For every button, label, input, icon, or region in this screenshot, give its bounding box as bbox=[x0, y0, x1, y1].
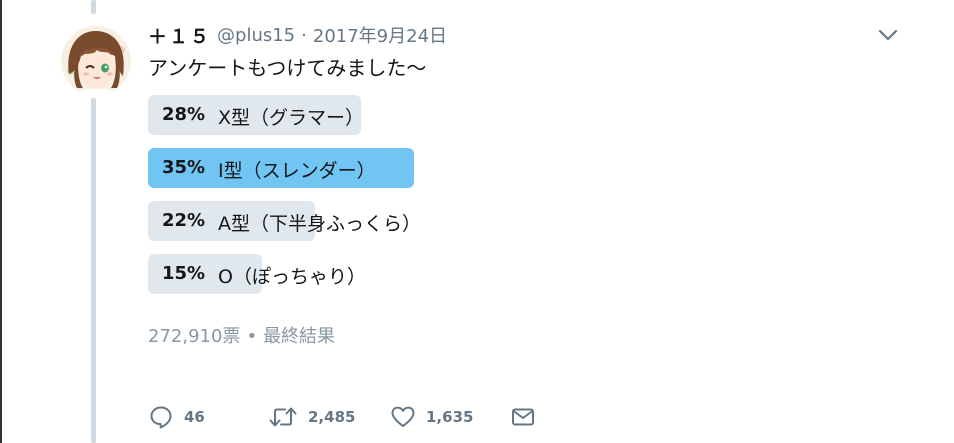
like-button[interactable]: 1,635 bbox=[390, 400, 473, 434]
retweet-icon bbox=[269, 407, 297, 427]
heart-icon bbox=[391, 406, 415, 427]
poll-choice[interactable]: 35% I型（スレンダー） bbox=[148, 148, 708, 188]
tweet-date[interactable]: 2017年9月24日 bbox=[313, 22, 447, 48]
poll-choice-label: I型（スレンダー） bbox=[218, 160, 376, 182]
chevron-down-icon[interactable] bbox=[876, 24, 900, 46]
poll-percent: 22% bbox=[162, 210, 206, 231]
retweet-count: 2,485 bbox=[308, 408, 356, 426]
tweet-text: アンケートもつけてみました〜 bbox=[148, 56, 427, 80]
poll-vote-count: 272,910票 bbox=[148, 326, 241, 347]
poll-choice[interactable]: 22% A型（下半身ふっくら） bbox=[148, 201, 708, 241]
header-separator: · bbox=[301, 24, 307, 46]
poll-percent: 35% bbox=[162, 157, 206, 178]
retweet-button[interactable]: 2,485 bbox=[268, 400, 355, 434]
poll-choice-label: O（ぽっちゃり） bbox=[218, 266, 366, 288]
tweet-header: ＋１５ @plus15 · 2017年9月24日 bbox=[148, 20, 447, 50]
poll-choice[interactable]: 15% O（ぽっちゃり） bbox=[148, 254, 708, 294]
envelope-icon bbox=[512, 408, 534, 426]
reply-button[interactable]: 46 bbox=[148, 400, 205, 434]
avatar-illustration bbox=[61, 26, 131, 96]
reply-count: 46 bbox=[184, 408, 205, 426]
poll: 28% X型（グラマー） 35% I型（スレンダー） 22% A型（下半身ふっく… bbox=[148, 95, 708, 307]
poll-percent: 28% bbox=[162, 104, 206, 125]
display-name[interactable]: ＋１５ bbox=[148, 22, 211, 49]
poll-status: 最終結果 bbox=[263, 326, 336, 347]
poll-choice[interactable]: 28% X型（グラマー） bbox=[148, 95, 708, 135]
user-handle[interactable]: @plus15 bbox=[217, 25, 295, 46]
like-count: 1,635 bbox=[426, 408, 474, 426]
poll-meta-bullet: • bbox=[246, 326, 258, 347]
poll-percent: 15% bbox=[162, 263, 206, 284]
poll-meta: 272,910票 • 最終結果 bbox=[148, 322, 335, 348]
thread-line-top bbox=[91, 0, 96, 14]
thread-line-bottom bbox=[91, 98, 96, 443]
tweet-frame: ＋１５ @plus15 · 2017年9月24日 アンケートもつけてみました〜 … bbox=[0, 0, 954, 443]
direct-message-button[interactable] bbox=[510, 400, 536, 434]
poll-choice-label: A型（下半身ふっくら） bbox=[218, 213, 421, 235]
reply-icon bbox=[150, 406, 172, 429]
left-edge-divider bbox=[0, 0, 2, 443]
poll-choice-label: X型（グラマー） bbox=[218, 107, 365, 129]
avatar[interactable] bbox=[61, 26, 131, 96]
